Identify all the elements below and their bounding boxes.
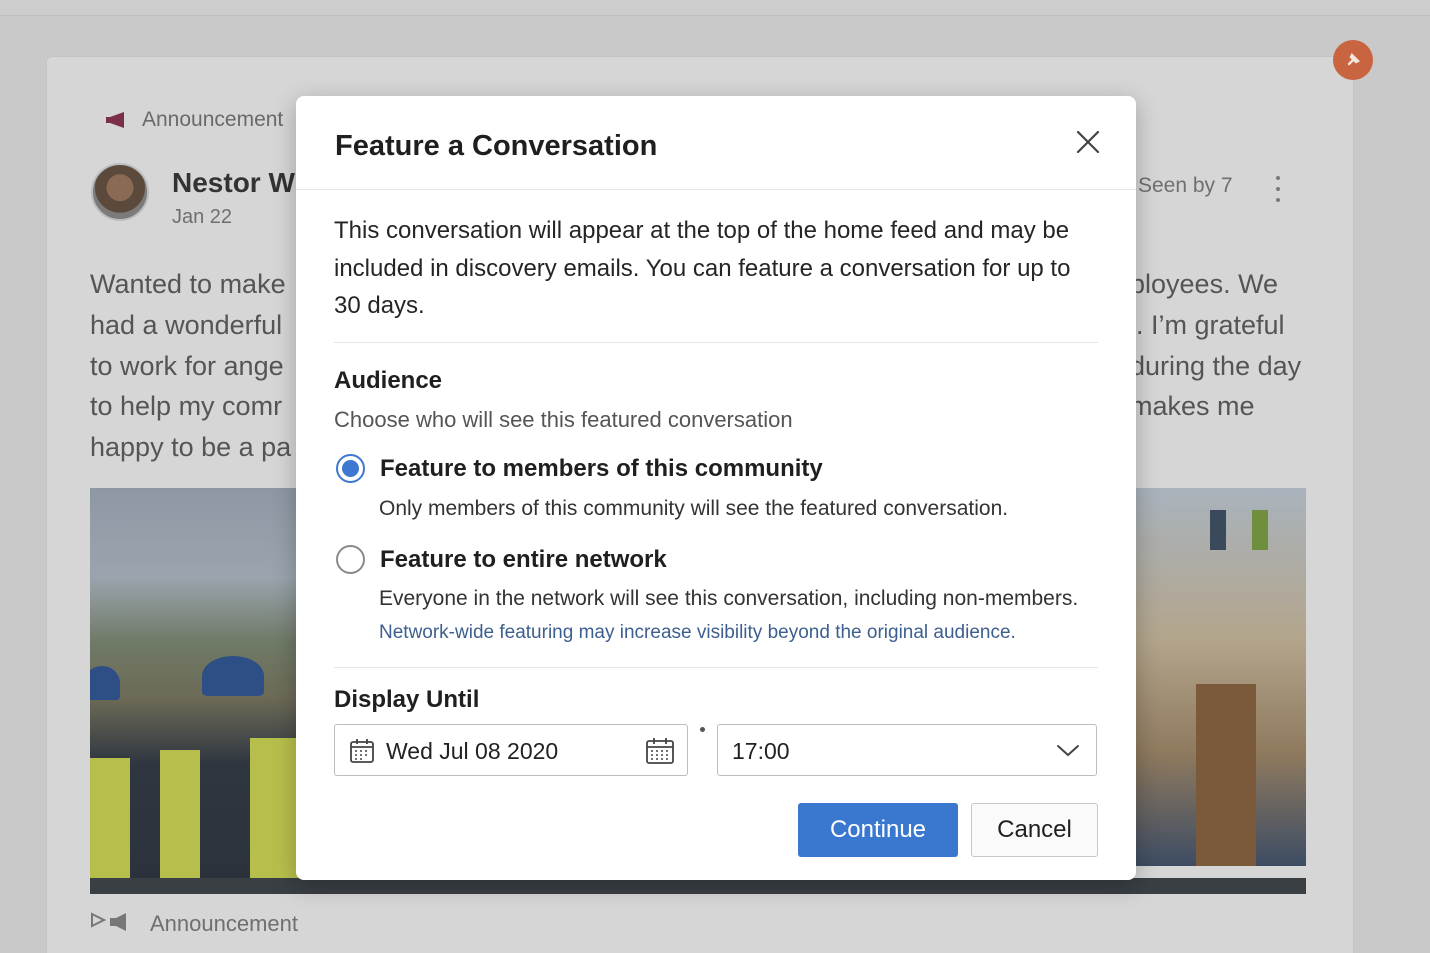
post-line: ployees. We [1130, 269, 1279, 299]
time-value[interactable]: 17:00 [732, 738, 790, 765]
post-line: l. I’m grateful [1130, 309, 1285, 340]
continue-button[interactable]: Continue [798, 803, 958, 857]
avatar[interactable] [91, 163, 149, 221]
divider [334, 667, 1098, 668]
audience-heading: Audience [334, 367, 443, 394]
top-bar [0, 0, 1430, 16]
radio-members-only-label[interactable]: Feature to members of this community [380, 455, 823, 483]
announcement-text: Announcement [142, 108, 284, 131]
date-input[interactable]: Wed Jul 08 2020 [334, 724, 688, 776]
audience-subheading: Choose who will see this featured conver… [334, 407, 793, 432]
radio-entire-network-help: Everyone in the network will see this co… [379, 587, 1079, 610]
post-line: during the day [1130, 350, 1302, 381]
radio-entire-network-label[interactable]: Feature to entire network [380, 546, 667, 574]
photo-strip [90, 878, 1306, 894]
dialog-description: This conversation will appear at the top… [334, 217, 1071, 319]
megaphone-icon [90, 910, 132, 938]
time-select[interactable]: 17:00 [717, 724, 1097, 776]
separator-dot [700, 727, 705, 732]
feature-conversation-dialog: Feature a Conversation This conversation… [296, 96, 1136, 880]
date-value[interactable]: Wed Jul 08 2020 [386, 738, 558, 765]
author-name[interactable]: Nestor W [172, 167, 295, 199]
display-until-heading: Display Until [334, 686, 480, 713]
cancel-button[interactable]: Cancel [971, 803, 1098, 857]
date-picker-calendar-icon[interactable] [645, 737, 675, 770]
chevron-down-icon[interactable] [1056, 740, 1080, 765]
announcement-text: Announcement [150, 911, 298, 936]
megaphone-icon [104, 110, 130, 130]
radio-members-only[interactable] [336, 454, 365, 483]
post-photo-construction[interactable] [1130, 488, 1306, 866]
dialog-title: Feature a Conversation [335, 130, 658, 162]
radio-entire-network[interactable] [336, 545, 365, 574]
announcement-label-bottom: Announcement [90, 910, 298, 938]
pin-icon[interactable] [1333, 40, 1373, 80]
close-icon[interactable] [1074, 128, 1102, 156]
dialog-header: Feature a Conversation [296, 96, 1136, 190]
post-photo-workers[interactable] [90, 488, 305, 893]
radio-members-only-help: Only members of this community will see … [379, 497, 1009, 520]
announcement-label-top: Announcement [104, 108, 283, 132]
more-options-icon[interactable] [1268, 172, 1288, 206]
post-line: makes me [1130, 391, 1255, 422]
divider [334, 342, 1098, 343]
seen-by-count[interactable]: Seen by 7 [1138, 174, 1233, 198]
calendar-icon [349, 738, 375, 769]
network-visibility-note: Network-wide featuring may increase visi… [379, 622, 1016, 643]
post-date: Jan 22 [172, 206, 233, 228]
